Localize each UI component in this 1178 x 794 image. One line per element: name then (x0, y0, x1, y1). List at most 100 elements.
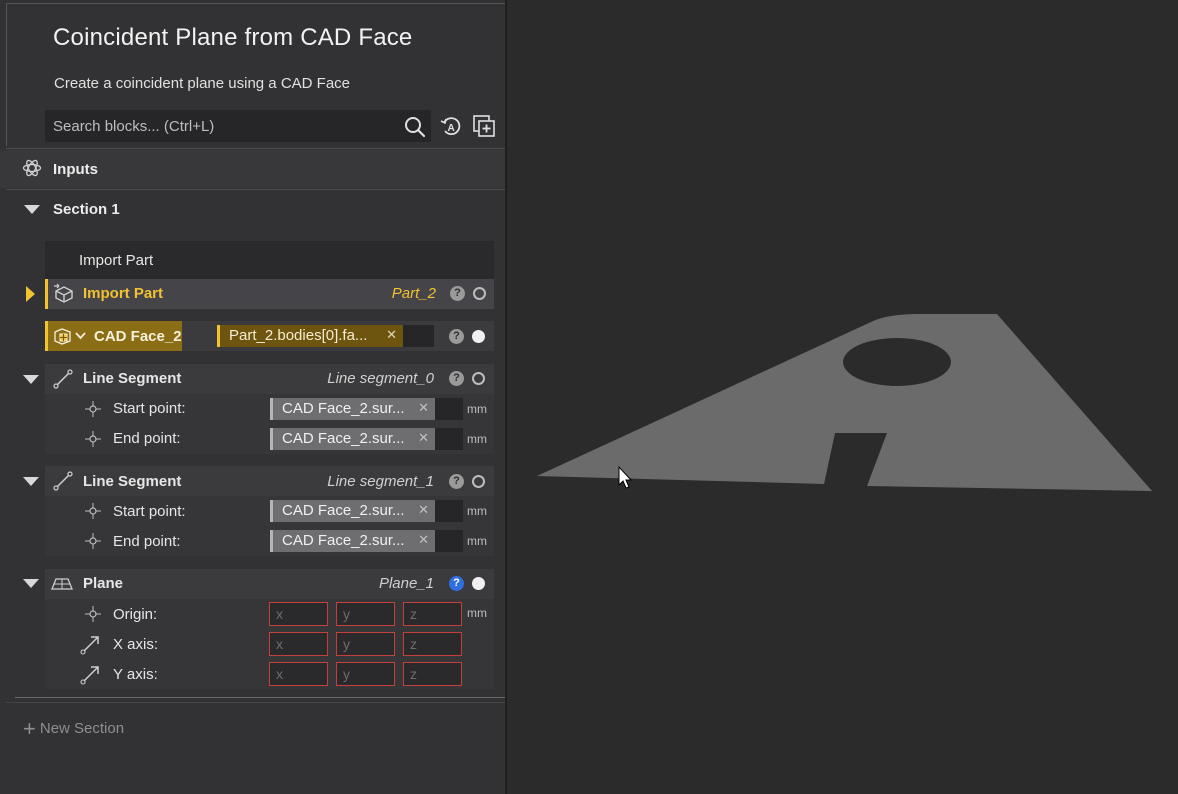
end-point-label: End point: (113, 533, 181, 550)
unit-label: mm (467, 606, 487, 620)
start-point-label: Start point: (113, 400, 186, 417)
clear-icon[interactable]: ✕ (418, 430, 429, 446)
cad-face-icon (54, 328, 71, 345)
unit-label: mm (467, 534, 487, 548)
y-axis-y-input[interactable]: y (336, 662, 395, 686)
divider (15, 697, 505, 698)
point-icon (85, 533, 101, 549)
cad-face-value-chip[interactable]: Part_2.bodies[0].fa... ✕ (217, 325, 403, 347)
block-panel: Coincident Plane from CAD Face Create a … (0, 0, 507, 794)
x-axis-z-input[interactable]: z (403, 632, 462, 656)
page-title: Coincident Plane from CAD Face (53, 24, 413, 51)
status-circle-icon[interactable] (472, 475, 485, 488)
cad-face-tag[interactable]: CAD Face_2 (45, 321, 182, 351)
line-segment-0-label: Line Segment (83, 370, 182, 387)
clear-icon[interactable]: ✕ (418, 400, 429, 416)
section-1-header[interactable]: Section 1 (0, 190, 505, 228)
status-circle-icon[interactable] (473, 287, 486, 300)
point-icon (85, 431, 101, 447)
origin-y-input[interactable]: y (336, 602, 395, 626)
vector-arrow-icon (80, 636, 99, 655)
svg-text:A: A (448, 123, 455, 134)
divider (6, 702, 505, 703)
line-segment-1-label: Line Segment (83, 473, 182, 490)
value-tail (435, 428, 463, 450)
start-point-value: CAD Face_2.sur... (282, 502, 405, 519)
unit-label: mm (467, 432, 487, 446)
unit-label: mm (467, 504, 487, 518)
cad-part-shape[interactable] (537, 314, 1152, 491)
collapse-arrow-icon[interactable] (23, 477, 39, 486)
origin-label: Origin: (113, 606, 158, 623)
search-box (45, 110, 431, 142)
import-part-block[interactable]: Import Part Part_2 ? (45, 279, 494, 309)
value-tail (435, 398, 463, 420)
help-icon[interactable]: ? (449, 371, 464, 386)
atom-icon (22, 159, 42, 177)
line-segment-0-block[interactable]: Line Segment Line segment_0 ? (45, 364, 494, 394)
origin-x-input[interactable]: x (269, 602, 328, 626)
line-segment-icon (53, 369, 73, 389)
help-icon[interactable]: ? (450, 286, 465, 301)
new-section-label: New Section (39, 720, 125, 737)
search-input[interactable] (45, 110, 395, 142)
status-circle-icon[interactable] (472, 330, 485, 343)
viewport-canvas[interactable] (509, 0, 1178, 794)
import-part-label: Import Part (83, 285, 164, 302)
clear-icon[interactable]: ✕ (418, 532, 429, 548)
line-segment-1-block[interactable]: Line Segment Line segment_1 ? (45, 466, 494, 496)
y-axis-x-input[interactable]: x (269, 662, 328, 686)
add-block-icon[interactable] (472, 114, 496, 138)
help-icon[interactable]: ? (449, 329, 464, 344)
clear-icon[interactable]: ✕ (386, 327, 397, 343)
collapse-arrow-icon[interactable] (23, 375, 39, 384)
help-icon[interactable]: ? (449, 576, 464, 591)
x-axis-x-input[interactable]: x (269, 632, 328, 656)
cad-face-value: Part_2.bodies[0].fa... (229, 327, 368, 344)
inputs-section-header[interactable]: Inputs (0, 150, 505, 188)
clear-icon[interactable]: ✕ (418, 502, 429, 518)
x-axis-label: X axis: (113, 636, 159, 653)
auto-layout-icon[interactable]: A (439, 114, 463, 138)
divider (6, 148, 505, 149)
import-part-group-title: Import Part (45, 241, 494, 279)
collapse-arrow-icon[interactable] (23, 579, 39, 588)
chevron-down-icon[interactable] (75, 331, 86, 340)
value-tail (435, 500, 463, 522)
3d-viewport[interactable] (509, 0, 1178, 794)
end-point-value-chip[interactable]: CAD Face_2.sur... ✕ (270, 530, 435, 552)
collapse-arrow-icon[interactable] (24, 205, 40, 214)
page-subtitle: Create a coincident plane using a CAD Fa… (54, 75, 351, 92)
search-icon[interactable] (403, 115, 427, 139)
status-circle-icon[interactable] (472, 372, 485, 385)
part-hole (843, 338, 951, 386)
start-point-value-chip[interactable]: CAD Face_2.sur... ✕ (270, 398, 435, 420)
x-axis-y-input[interactable]: y (336, 632, 395, 656)
panel-edge (6, 3, 505, 4)
help-icon[interactable]: ? (449, 474, 464, 489)
y-axis-z-input[interactable]: z (403, 662, 462, 686)
point-icon (85, 606, 101, 622)
origin-z-input[interactable]: z (403, 602, 462, 626)
status-circle-icon[interactable] (472, 577, 485, 590)
end-point-label: End point: (113, 430, 181, 447)
start-point-value-chip[interactable]: CAD Face_2.sur... ✕ (270, 500, 435, 522)
end-point-value: CAD Face_2.sur... (282, 532, 405, 549)
import-part-icon (54, 283, 73, 303)
import-part-name: Part_2 (391, 285, 436, 302)
plane-block[interactable]: Plane Plane_1 ? (45, 569, 494, 599)
end-point-value-chip[interactable]: CAD Face_2.sur... ✕ (270, 428, 435, 450)
vector-arrow-icon (80, 666, 99, 685)
new-section-button[interactable]: + New Section (23, 713, 125, 741)
import-part-group-label: Import Part (79, 252, 154, 269)
point-icon (85, 503, 101, 519)
line-segment-icon (53, 471, 73, 491)
panel-edge (6, 3, 7, 146)
y-axis-label: Y axis: (113, 666, 158, 683)
value-tail (435, 530, 463, 552)
section-1-label: Section 1 (53, 201, 120, 218)
point-icon (85, 401, 101, 417)
inputs-section-label: Inputs (53, 161, 98, 178)
line-segment-1-name: Line segment_1 (327, 473, 434, 490)
current-step-arrow-icon (26, 286, 35, 302)
